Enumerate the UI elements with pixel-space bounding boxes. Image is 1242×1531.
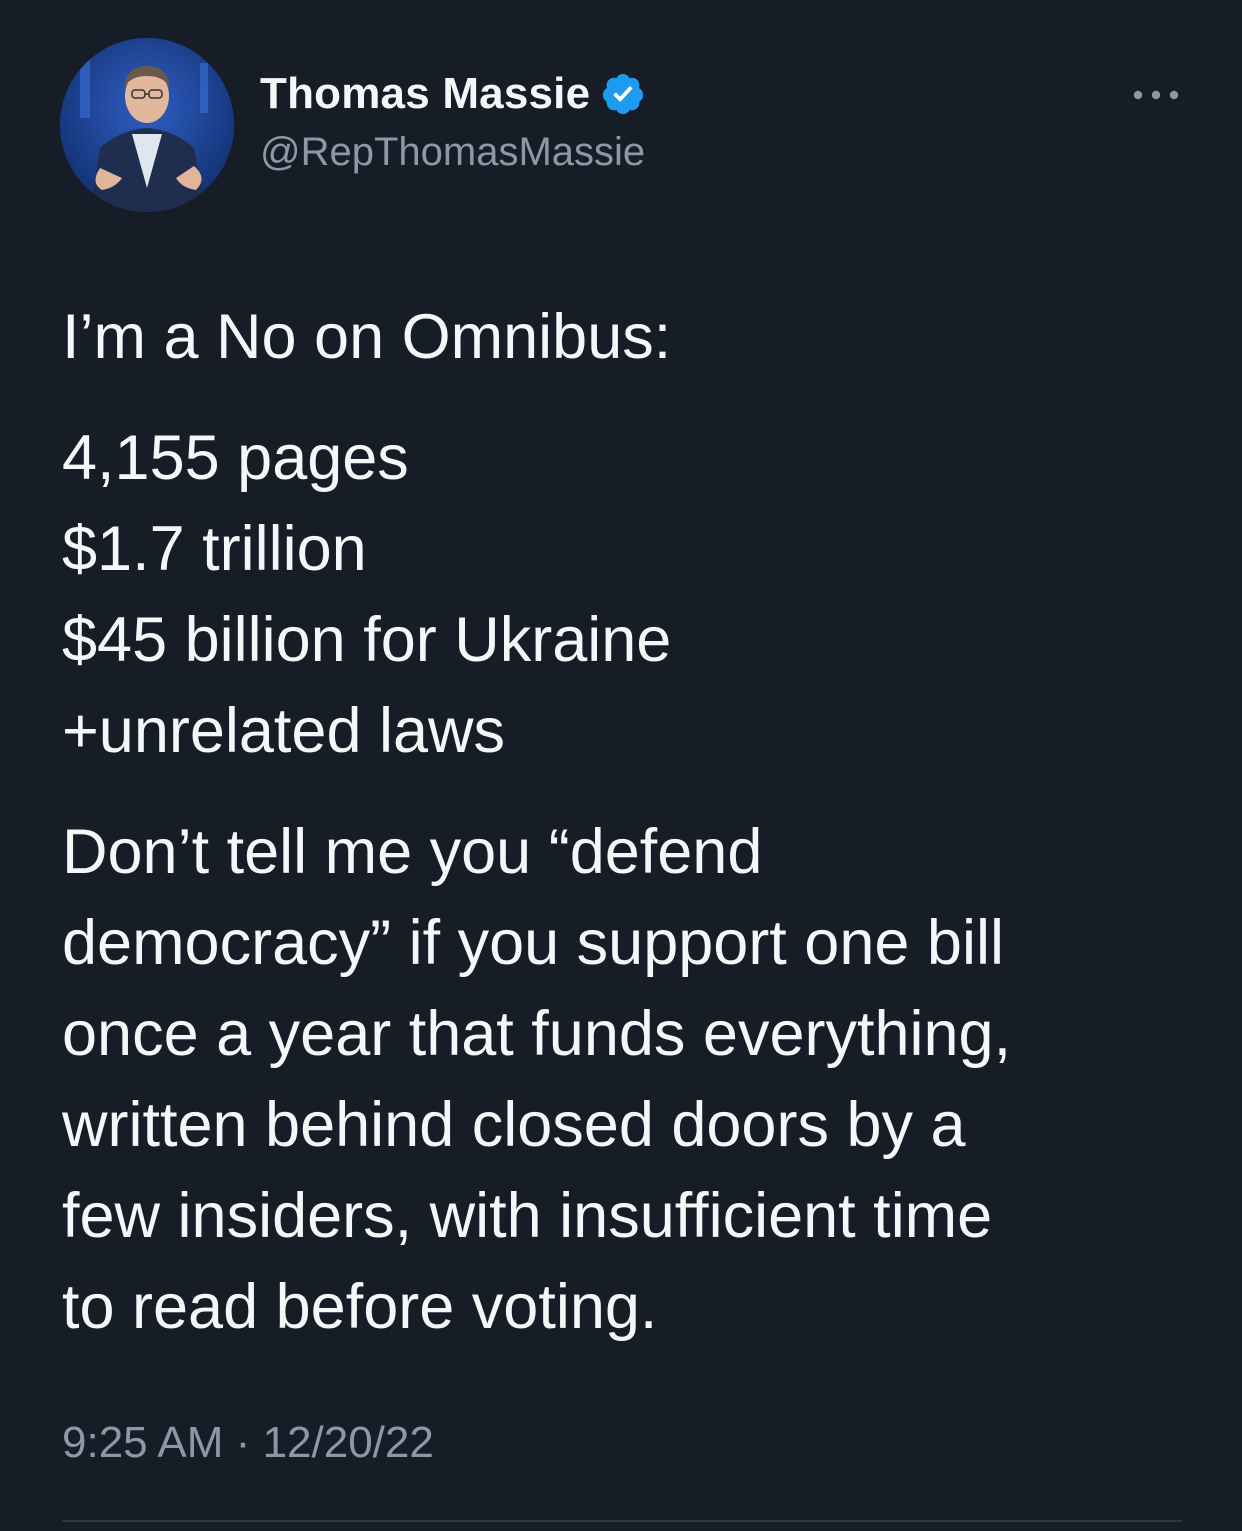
tweet-paragraph: 4,155 pages $1.7 trillion $45 billion fo… [62, 413, 1192, 777]
tweet-paragraph: I’m a No on Omnibus: [62, 292, 1192, 383]
avatar-photo [60, 38, 234, 212]
tweet-paragraph: Don’t tell me you “defend democracy” if … [62, 807, 1192, 1353]
tweet-line: once a year that funds everything, [62, 999, 1012, 1069]
tweet-time[interactable]: 9:25 AM [62, 1418, 223, 1467]
author-handle[interactable]: @RepThomasMassie [260, 130, 645, 175]
tweet-line: I’m a No on Omnibus: [62, 302, 672, 372]
tweet-line: written behind closed doors by a [62, 1090, 966, 1160]
tweet-line: +unrelated laws [62, 696, 506, 766]
tweet-timestamp[interactable]: 9:25 AM · 12/20/22 [62, 1418, 434, 1468]
tweet-line: Don’t tell me you “defend [62, 817, 763, 887]
tweet-text: I’m a No on Omnibus: 4,155 pages $1.7 tr… [62, 292, 1192, 1353]
tweet-line: democracy” if you support one bill [62, 908, 1004, 978]
tweet-line: $1.7 trillion [62, 514, 367, 584]
display-name[interactable]: Thomas Massie [260, 69, 590, 119]
verified-badge-icon [603, 73, 644, 115]
tweet-line: to read before voting. [62, 1272, 658, 1342]
timestamp-separator: · [235, 1418, 251, 1467]
tweet: Thomas Massie @RepThomasMassie I’m a No … [0, 0, 1242, 1531]
divider [62, 1520, 1182, 1522]
more-options-icon[interactable] [1126, 80, 1186, 110]
tweet-date[interactable]: 12/20/22 [263, 1418, 434, 1467]
tweet-line: 4,155 pages [62, 423, 409, 493]
tweet-line: $45 billion for Ukraine [62, 605, 672, 675]
author-name-row[interactable]: Thomas Massie [260, 66, 646, 122]
avatar[interactable] [60, 38, 234, 212]
tweet-line: few insiders, with insufficient time [62, 1181, 993, 1251]
